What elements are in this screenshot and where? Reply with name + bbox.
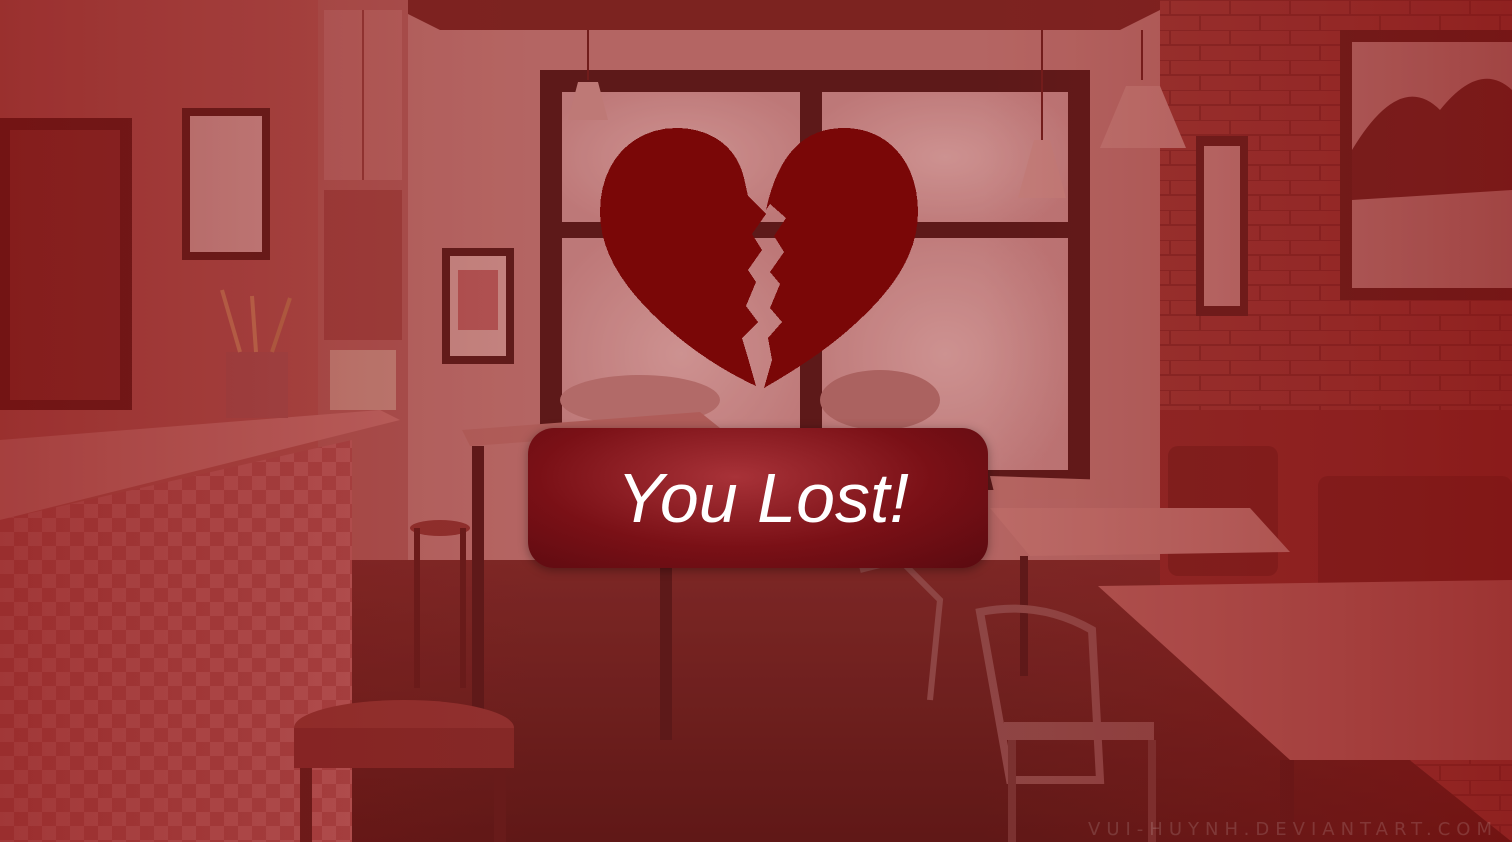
game-over-screen: You Lost! VUI-HUYNH.DEVIANTART.COM [0,0,1512,842]
result-message: You Lost! [617,459,909,537]
artist-watermark: VUI-HUYNH.DEVIANTART.COM [1088,819,1498,840]
result-banner: You Lost! [528,428,988,568]
broken-heart-icon [600,128,918,388]
